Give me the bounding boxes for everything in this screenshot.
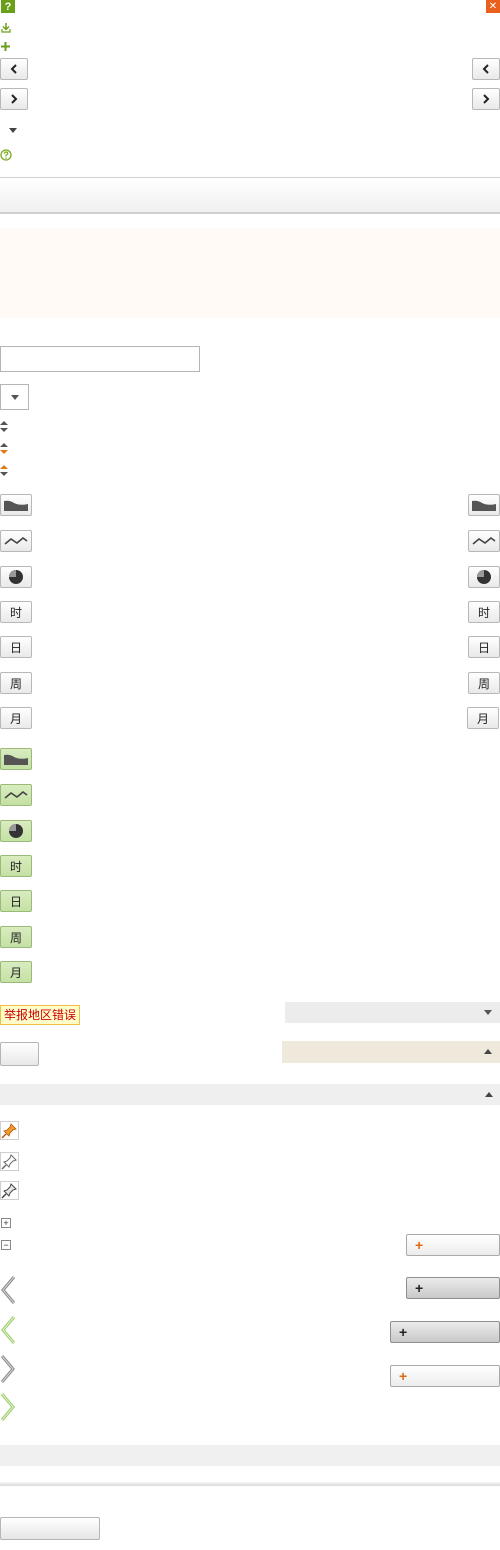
line-chart-button-active[interactable]: [0, 784, 32, 806]
arrow-left-gray-icon[interactable]: [0, 1275, 16, 1305]
chevron-left-icon: [10, 64, 17, 74]
pie-chart-icon: [9, 824, 23, 838]
prev-button[interactable]: [0, 58, 28, 80]
day-button-right[interactable]: 日: [468, 636, 500, 658]
pie-chart-button-right[interactable]: [468, 566, 500, 588]
add-button[interactable]: +: [406, 1234, 500, 1256]
plus-icon: +: [399, 1324, 408, 1340]
pie-chart-icon: [477, 570, 491, 584]
add-button-wide-pressed[interactable]: +: [390, 1321, 500, 1343]
arrow-left-green-icon[interactable]: [0, 1315, 16, 1345]
next-button[interactable]: [0, 88, 28, 110]
pie-chart-button[interactable]: [0, 566, 32, 588]
arrow-right-green-icon[interactable]: [0, 1392, 16, 1422]
add-button-wide[interactable]: +: [390, 1365, 500, 1387]
line-chart-button-right[interactable]: [468, 530, 500, 552]
expand-glyph: +: [3, 1218, 9, 1228]
caret-up-icon: [485, 1092, 493, 1097]
hour-button-right[interactable]: 时: [468, 601, 500, 623]
hour-button[interactable]: 时: [0, 601, 32, 623]
circle-help-icon[interactable]: [0, 149, 12, 161]
plus-icon: +: [399, 1368, 408, 1384]
caret-up-icon: [484, 1049, 492, 1054]
collapse-icon[interactable]: −: [1, 1240, 11, 1250]
caret-down-icon: [10, 394, 19, 400]
pin-icon-active[interactable]: [0, 1121, 19, 1140]
caret-down-icon[interactable]: [9, 128, 17, 133]
day-button-active[interactable]: 日: [0, 890, 32, 912]
footer-button[interactable]: [0, 1517, 100, 1540]
prev-button-right[interactable]: [472, 58, 500, 80]
footer-divider: [0, 1482, 500, 1486]
plus-icon[interactable]: [1, 40, 10, 51]
arrow-right-gray-icon[interactable]: [0, 1354, 16, 1384]
help-glyph: ?: [4, 0, 12, 13]
add-button-pressed[interactable]: +: [406, 1277, 500, 1299]
next-button-right[interactable]: [472, 88, 500, 110]
chevron-left-icon: [482, 64, 489, 74]
download-icon[interactable]: [1, 22, 11, 33]
line-chart-icon: [472, 536, 496, 545]
sort-desc-icon[interactable]: [0, 465, 8, 476]
header-band: [0, 178, 500, 214]
line-chart-icon: [4, 790, 28, 799]
line-chart-icon: [4, 536, 28, 545]
pin-icon: [1, 1183, 17, 1199]
plus-icon: +: [415, 1280, 424, 1296]
hour-button-active[interactable]: 时: [0, 855, 32, 877]
month-button[interactable]: 月: [0, 707, 32, 729]
day-button[interactable]: 日: [0, 636, 32, 658]
help-icon[interactable]: ?: [1, 0, 15, 13]
chevron-right-icon: [483, 94, 490, 104]
select-dropdown[interactable]: [0, 384, 29, 410]
pin-icon-normal[interactable]: [0, 1152, 19, 1171]
footer-band: [0, 1445, 500, 1466]
area-chart-icon: [4, 754, 28, 765]
area-chart-icon: [472, 500, 496, 511]
sort-asc-icon[interactable]: [0, 443, 8, 454]
area-chart-icon: [4, 500, 28, 511]
area-chart-button-right[interactable]: [468, 494, 500, 516]
collapsed-dropdown-bar[interactable]: [285, 1002, 500, 1023]
week-button-right[interactable]: 周: [468, 672, 500, 694]
close-glyph: ✕: [488, 1, 498, 12]
collapse-glyph: −: [3, 1240, 9, 1250]
section-header-bar[interactable]: [0, 1084, 500, 1105]
pin-icon: [1, 1154, 17, 1170]
report-region-error-link[interactable]: 举报地区错误: [0, 1005, 81, 1025]
pin-icon-hover[interactable]: [0, 1181, 19, 1200]
caret-down-icon: [484, 1010, 492, 1015]
close-icon[interactable]: ✕: [486, 0, 500, 13]
month-button-active[interactable]: 月: [0, 961, 32, 983]
sort-icon[interactable]: [0, 421, 8, 432]
line-chart-button[interactable]: [0, 530, 32, 552]
week-button[interactable]: 周: [0, 672, 32, 694]
plus-icon: +: [415, 1237, 424, 1253]
week-button-active[interactable]: 周: [0, 926, 32, 948]
expand-icon[interactable]: +: [1, 1218, 11, 1228]
month-button-right[interactable]: 月: [467, 707, 499, 729]
area-chart-button[interactable]: [0, 494, 32, 516]
pie-chart-icon: [9, 570, 23, 584]
pie-chart-button-active[interactable]: [0, 820, 32, 842]
small-button[interactable]: [0, 1042, 39, 1066]
text-input[interactable]: [0, 346, 200, 372]
notice-panel: [0, 228, 500, 318]
expanded-dropdown-bar[interactable]: [282, 1041, 500, 1063]
chevron-right-icon: [11, 94, 18, 104]
area-chart-button-active[interactable]: [0, 748, 32, 770]
pin-icon: [1, 1123, 17, 1139]
